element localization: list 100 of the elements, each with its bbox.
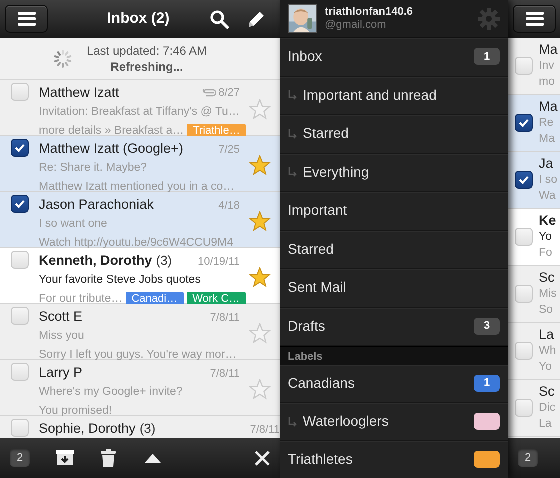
thread-count: (3) [156, 252, 172, 270]
message-snippet: Sorry I left you guys. You're way mor… [39, 348, 237, 362]
message-snippet: You promised! [39, 404, 112, 418]
menu-icon [18, 12, 36, 26]
message-subject: Re [539, 116, 555, 131]
drawer-item[interactable]: Everything [280, 154, 508, 192]
message-snippet: Fo [539, 246, 554, 261]
message-snippet: For our tribute… [39, 292, 123, 306]
message-snippet: more details » Breakfast a… [39, 124, 184, 138]
sender-name: Sc [539, 270, 556, 286]
message-snippet: Yo [539, 360, 554, 375]
sender-name: La [539, 327, 556, 343]
thread-count: (3) [140, 420, 156, 438]
message-subject: Invitation: Breakfast at Tiffany's @ Tu… [39, 105, 240, 120]
star-icon[interactable] [249, 266, 271, 288]
checkmark-icon [15, 200, 25, 208]
menu-button[interactable] [5, 5, 48, 33]
message-row[interactable]: Ma Re Ma [508, 95, 560, 152]
menu-icon [526, 12, 544, 26]
sender-name: Ma [539, 42, 558, 58]
message-subject: Dic [539, 401, 556, 416]
message-snippet: So [539, 303, 554, 318]
sender-name: Ke [539, 213, 556, 229]
pencil-icon[interactable] [247, 10, 266, 28]
message-date: 7/25 [218, 143, 240, 158]
message-row[interactable]: Ke Yo Fo [508, 209, 560, 266]
sender-name: Larry P [39, 364, 83, 382]
checkbox[interactable] [515, 171, 533, 189]
subitem-arrow-icon [288, 90, 297, 100]
trash-icon[interactable] [101, 449, 116, 467]
item-count: 3 [474, 318, 500, 335]
message-subject: I so want one [39, 217, 108, 232]
message-subject: Wh [539, 344, 556, 359]
star-icon[interactable] [249, 98, 271, 120]
star-icon[interactable] [249, 322, 271, 344]
item-count: 1 [474, 375, 500, 392]
sender-name: Matthew Izatt (Google+) [39, 140, 184, 158]
message-snippet: Ma [539, 132, 556, 147]
checkmark-icon [15, 144, 25, 152]
message-date: 4/18 [218, 199, 240, 214]
message-snippet: Watch http://youtu.be/9c6W4CCU9M4 [39, 236, 234, 250]
star-icon[interactable] [249, 378, 271, 400]
sender-name: Kenneth, Dorothy [39, 252, 152, 270]
window-title: Inbox (2) [106, 8, 171, 29]
last-updated-text: Last updated: 7:46 AM [86, 42, 208, 58]
sender-name: Jason Parachoniak [39, 196, 154, 214]
star-icon[interactable] [249, 210, 271, 232]
drawer-item[interactable]: Waterlooglers [280, 403, 508, 441]
drawer-item[interactable]: Important and unread [280, 76, 508, 115]
checkbox[interactable] [11, 195, 29, 213]
search-icon[interactable] [210, 10, 229, 28]
message-row[interactable]: Ja I so Wa [508, 152, 560, 209]
archive-icon[interactable] [56, 450, 74, 466]
spinner-icon [52, 48, 73, 68]
close-icon[interactable] [255, 450, 270, 466]
message-date: 8/27 [218, 86, 240, 101]
message-subject: Where's my Google+ invite? [39, 385, 184, 400]
message-subject: Miss you [39, 329, 86, 344]
message-date: 7/8/11 [210, 367, 240, 382]
subitem-arrow-icon [288, 128, 297, 139]
sender-name: Ma [539, 99, 558, 115]
subitem-arrow-icon [288, 167, 297, 178]
message-row[interactable]: Matthew Izatt 8/27 Invitation: Breakfast at Tiffany's @ Tu… more details » Breakfast a… Triathle… [0, 80, 280, 136]
refresh-status: Refreshing... [110, 58, 184, 74]
item-count: 1 [474, 48, 500, 66]
subitem-arrow-icon [288, 416, 297, 426]
drawer-item[interactable]: Triathletes [280, 441, 508, 478]
sender-name: Sc [539, 384, 556, 400]
message-snippet: Matthew Izatt mentioned you in a co… [39, 180, 235, 194]
checkmark-icon [519, 176, 529, 184]
drawer-item[interactable]: Inbox 1 [280, 38, 508, 76]
message-row[interactable]: Jason Parachoniak 4/18 I so want one Watch http://youtu.be/9c6W4CCU9M4 [0, 192, 280, 248]
menu-button[interactable] [513, 5, 556, 33]
message-date: 7/8/11 [250, 423, 280, 438]
message-subject: I so [539, 173, 558, 188]
message-snippet: Wa [539, 189, 557, 204]
message-row[interactable]: Kenneth, Dorothy (3) 10/19/11 Your favorite Steve Jobs quotes For our tribute… Canadi… Work C… [0, 248, 280, 304]
caret-up-icon[interactable] [145, 454, 162, 462]
message-row[interactable]: Larry P 7/8/11 Where's my Google+ invite? You promised! [0, 360, 280, 416]
sender-name: Sophie, Dorothy [39, 420, 136, 438]
section-header: Labels [280, 346, 508, 365]
message-snippet: mo [539, 75, 556, 90]
checkmark-icon [519, 119, 529, 127]
settings-icon[interactable] [478, 8, 500, 30]
drawer-item[interactable]: Important [280, 192, 508, 230]
message-subject: Re: Share it. Maybe? [39, 161, 148, 176]
account-name: triathlonfan140.6 [325, 6, 414, 18]
message-subject: Yo [539, 230, 554, 245]
message-row[interactable]: Matthew Izatt (Google+) 7/25 Re: Share it. Maybe? Matthew Izatt mentioned you in a co… [0, 136, 280, 192]
sender-name: Matthew Izatt [39, 84, 120, 102]
checkbox[interactable] [11, 139, 29, 157]
drawer-item[interactable]: Starred [280, 115, 508, 154]
drawer-item[interactable]: Sent Mail [280, 269, 508, 308]
drawer-item[interactable]: Canadians 1 [280, 365, 508, 403]
message-row[interactable]: Scott E 7/8/11 Miss you Sorry I left you guys. You're way mor… [0, 304, 280, 360]
message-subject: Inv [539, 59, 556, 74]
account-domain: @gmail.com [325, 18, 388, 32]
checkbox[interactable] [515, 114, 533, 132]
drawer-item[interactable]: Starred [280, 230, 508, 269]
star-icon[interactable] [249, 154, 271, 176]
